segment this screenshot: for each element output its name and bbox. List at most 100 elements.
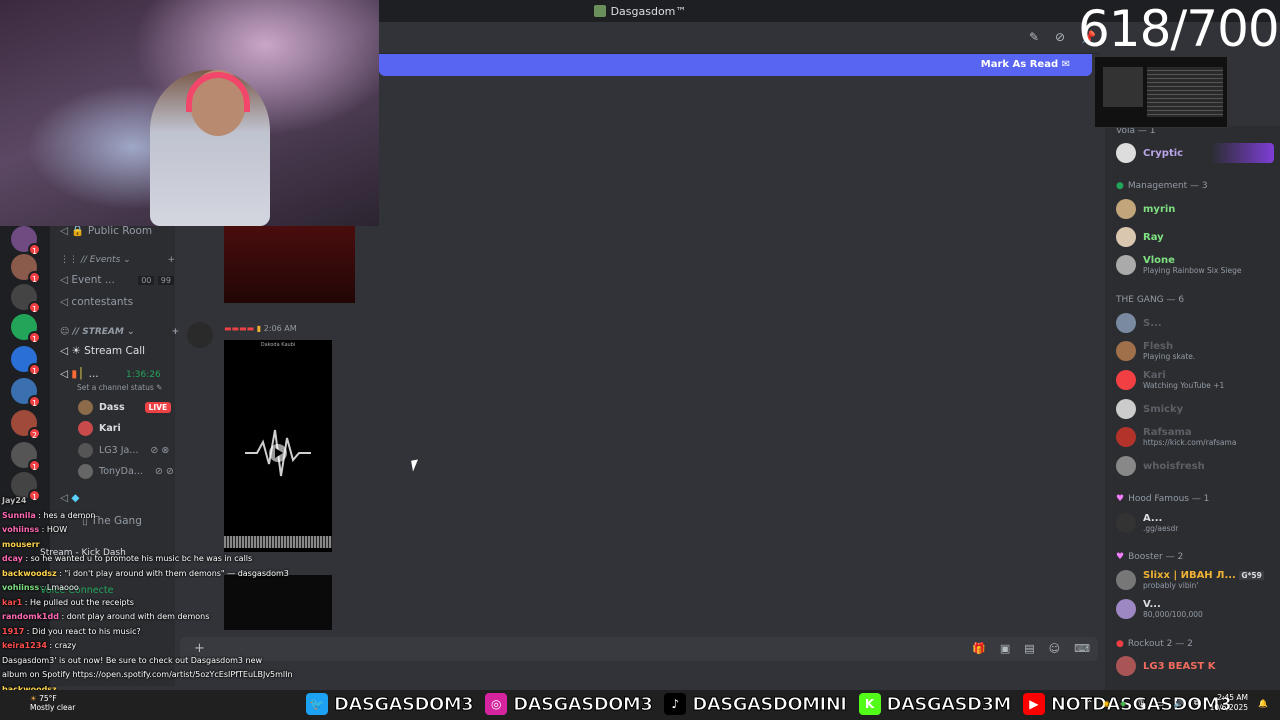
system-tray: ⌃ ◉ ◆ 🎙 ▭ 🔊 ⧉ 2:45 AM 10/6/2025 🔔	[1086, 693, 1268, 713]
chat-message: vohiinss : HOW	[2, 525, 68, 534]
channel-stream-call[interactable]: ◁ ☀ Stream Call	[60, 345, 145, 357]
member-myrin[interactable]: myrin	[1116, 199, 1175, 219]
taskbar-clock[interactable]: 2:45 AM 10/6/2025	[1210, 693, 1248, 713]
chat-username: vohiinss	[2, 583, 40, 592]
message-avatar[interactable]	[187, 322, 213, 348]
mark-as-read-button[interactable]: Mark As Read ✉	[981, 59, 1070, 70]
server-icon-2[interactable]: 1	[11, 254, 41, 284]
voice-user-kari[interactable]: Kari	[78, 421, 121, 436]
server-icon-3[interactable]: 1	[11, 284, 41, 314]
display-icon[interactable]: ▭	[1156, 699, 1164, 708]
notifications-icon[interactable]: 🔔	[1258, 699, 1268, 708]
chat-username: mouserr	[2, 539, 40, 549]
server-icon-6[interactable]: 1	[11, 378, 41, 408]
twitter-icon: 🐦	[306, 693, 328, 715]
chat-message: Jay24	[2, 494, 312, 509]
member-lg3-beast[interactable]: LG3 BEAST K	[1116, 656, 1215, 676]
member-group-booster: ♥ Booster — 2	[1116, 552, 1184, 562]
video-thumbnail[interactable]	[224, 226, 355, 303]
chat-message: vohiinss : Lmaooo	[2, 583, 79, 592]
avatar	[78, 400, 93, 415]
mute-icon[interactable]: ⊘	[1055, 30, 1069, 44]
member-slixx[interactable]: Slixx | ИВАН Л... G*59 probably vibin'	[1116, 570, 1264, 591]
instagram-icon: ◎	[485, 693, 508, 715]
message-author[interactable]: ▬▬▬▬ ▮ 2:06 AM	[224, 324, 297, 333]
volume-icon[interactable]: 🔊	[1174, 699, 1184, 708]
avatar	[1116, 227, 1136, 247]
category-events[interactable]: ⋮⋮ // Events ⌄ +	[60, 255, 175, 265]
voice-user-lg3[interactable]: LG3 Ja... ⊘ ⊗	[78, 443, 169, 458]
avatar	[1116, 513, 1136, 534]
chat-message: keira1234 : crazy	[2, 641, 77, 650]
chrome-icon[interactable]: ◉	[1103, 699, 1110, 708]
voice-user-tony[interactable]: TonyDa... ⊘ ⊘	[78, 464, 174, 479]
member-whoisfresh[interactable]: whoisfresh	[1116, 456, 1205, 476]
member-rafsama[interactable]: Rafsama https://kick.com/rafsama	[1116, 427, 1236, 448]
member-v[interactable]: V... 80,000/100,000	[1116, 599, 1203, 620]
gif-icon[interactable]: ▣	[1000, 642, 1010, 655]
chat-username: vohiinss	[2, 525, 40, 534]
server-icon-8[interactable]: 1	[11, 442, 41, 472]
new-messages-banner[interactable]: Mark As Read ✉	[379, 54, 1092, 76]
member-flesh[interactable]: Flesh Playing skate.	[1116, 341, 1195, 362]
apps-icon[interactable]: ⌨	[1074, 642, 1090, 655]
window-title: Dasgasdom™	[610, 4, 687, 18]
voice-user-dass[interactable]: Dass LIVE	[78, 400, 172, 415]
avatar	[1116, 399, 1136, 419]
chat-text: album on Spotify https://open.spotify.co…	[2, 670, 293, 679]
member-s[interactable]: S...	[1116, 313, 1162, 333]
member-group-rockout: ● Rockout 2 — 2	[1116, 639, 1193, 649]
chat-message: Dasgasdom3' is out now! Be sure to check…	[2, 654, 312, 669]
channel-contestants[interactable]: ◁ contestants	[60, 296, 133, 308]
chevron-up-icon[interactable]: ⌃	[1086, 699, 1093, 708]
chat-username: kar1	[2, 597, 23, 607]
goal-counter: 618/700	[1078, 0, 1280, 58]
network-icon[interactable]: ⧉	[1194, 698, 1200, 708]
guild-tag: G*59	[1239, 571, 1264, 580]
webcam-overlay	[0, 0, 379, 226]
member-ray[interactable]: Ray	[1116, 227, 1164, 247]
channel-active-voice[interactable]: ◁ ▮ ▏... 1:36:26	[60, 368, 161, 380]
avatar	[1116, 370, 1136, 391]
emoji-icon[interactable]: ☺	[1049, 642, 1060, 655]
chat-username: Sunnila	[2, 510, 36, 520]
chat-message: randomk1dd : dont play around with dem d…	[2, 612, 210, 621]
weather-widget[interactable]: ☀ 75°F Mostly clear	[30, 694, 75, 712]
mic-icon[interactable]: 🎙	[1136, 699, 1146, 708]
member-group-management: ● Management — 3	[1116, 181, 1208, 191]
member-cryptic[interactable]: Cryptic	[1116, 143, 1274, 163]
server-icon-4[interactable]: 1	[11, 314, 41, 344]
shield-icon[interactable]: ◆	[1120, 699, 1126, 708]
avatar	[78, 421, 93, 436]
stream-chat-overlay: Jay24 Sunnila : hes a demon vohiinss : HOW…	[2, 494, 312, 697]
member-smicky[interactable]: Smicky	[1116, 399, 1183, 419]
avatar	[1116, 570, 1136, 591]
audio-waveform-icon	[245, 429, 311, 477]
server-icon-5[interactable]: 1	[11, 346, 41, 376]
channel-event[interactable]: ◁ Event ... 00 99	[60, 274, 174, 286]
member-kari[interactable]: Kari Watching YouTube +1	[1116, 370, 1224, 391]
server-icon-1[interactable]: 1	[11, 226, 41, 256]
chat-text: crazy	[54, 641, 77, 650]
chat-username: dcay	[2, 554, 23, 563]
chat-text: hes a demon	[43, 510, 96, 520]
avatar	[1116, 456, 1136, 476]
avatar	[1116, 656, 1136, 676]
chat-username: backwoodsz	[2, 568, 57, 578]
threads-icon[interactable]: ✎	[1029, 30, 1043, 44]
message-input[interactable]	[180, 637, 1098, 661]
server-icon-7[interactable]: 2	[11, 410, 41, 440]
input-toolbar: 🎁 ▣ ▤ ☺ ⌨	[972, 642, 1090, 655]
member-vlone[interactable]: Vlone Playing Rainbow Six Siege	[1116, 255, 1241, 276]
chat-text: so he wanted u to promote his music bc h…	[30, 554, 253, 563]
chat-message: album on Spotify https://open.spotify.co…	[2, 668, 312, 683]
sticker-icon[interactable]: ▤	[1024, 642, 1034, 655]
social-handle: DASGASD3M	[886, 693, 1012, 715]
chat-message: backwoodsz : "i don't play around with t…	[2, 568, 289, 578]
channel-status-setter[interactable]: Set a channel status ✎	[77, 383, 162, 392]
category-stream[interactable]: ☺ // STREAM ⌄ +	[60, 327, 179, 337]
member-a[interactable]: A... .gg/aesdr	[1116, 513, 1178, 534]
avatar	[1116, 255, 1136, 276]
gift-icon[interactable]: 🎁	[972, 642, 986, 655]
chat-message: dcay : so he wanted u to promote his mus…	[2, 554, 253, 563]
